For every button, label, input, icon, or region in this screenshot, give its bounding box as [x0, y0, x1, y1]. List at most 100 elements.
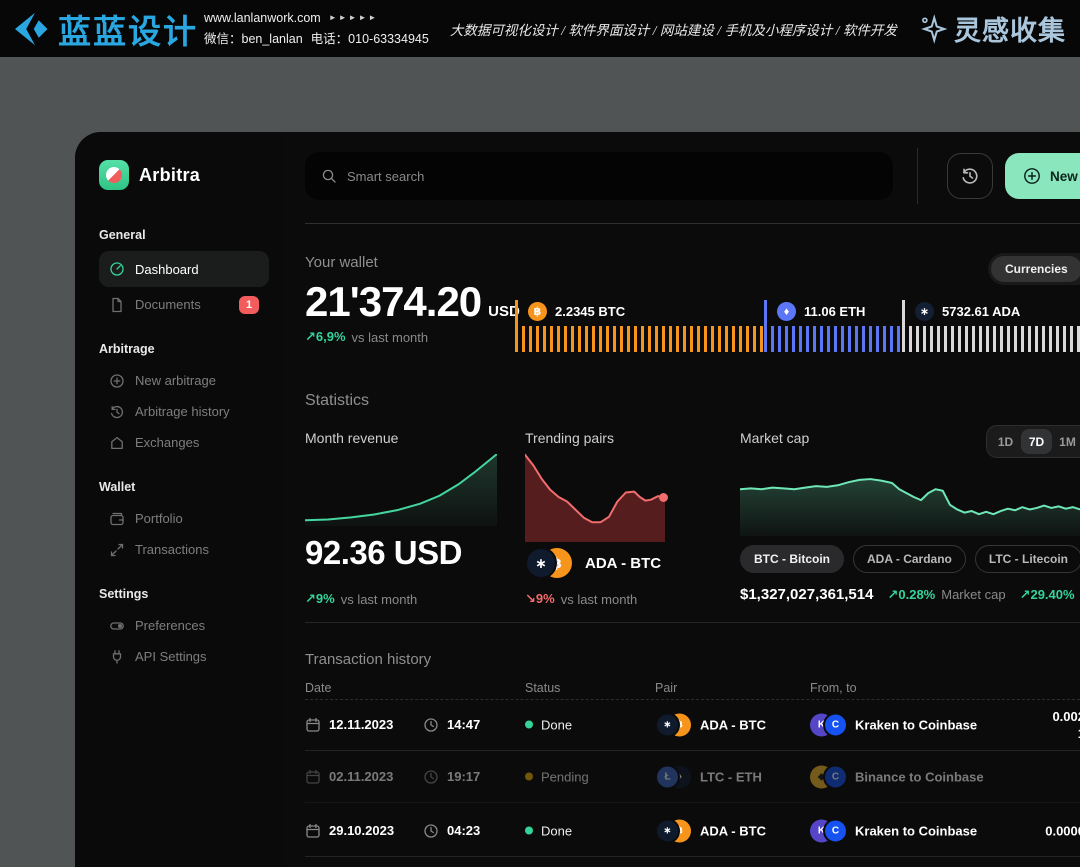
sidebar-item-exchanges[interactable]: Exchanges: [99, 427, 269, 458]
ada-icon: ∗: [655, 712, 680, 737]
dashboard-window: Arbitra General Dashboard Documents 1 Ar…: [75, 132, 1080, 867]
month-revenue-change: ↗9% vs last month: [305, 591, 417, 607]
trending-pair-name: ADA - BTC: [585, 555, 661, 572]
eth-ticker-bar: [771, 326, 902, 352]
sidebar-item-new-arbitrage[interactable]: New arbitrage: [99, 365, 269, 396]
sidebar-item-label: Documents: [135, 297, 229, 312]
up-arrow-icon: ↗: [305, 591, 316, 606]
new-arbitrage-button[interactable]: New arbitrage: [1005, 153, 1080, 199]
collect-text: 灵感收集: [954, 9, 1066, 48]
documents-badge: 1: [239, 296, 259, 314]
search-input[interactable]: [347, 169, 877, 184]
sidebar: Arbitra General Dashboard Documents 1 Ar…: [75, 132, 283, 867]
sidebar-section-arbitrage: Arbitrage: [99, 342, 269, 356]
trending-change: ↘9% vs last month: [525, 591, 637, 607]
market-cap-value: $1,327,027,361,514: [740, 586, 873, 603]
market-cap-pair-tabs: BTC - Bitcoin ADA - Cardano LTC - Liteco…: [740, 545, 1080, 573]
history-button[interactable]: [947, 153, 993, 199]
table-row[interactable]: 29.10.2023 04:23 Done ฿ ∗ ADA - BTC K C …: [305, 805, 1080, 857]
tx-date: 12.11.2023: [329, 717, 393, 732]
plus-circle-icon: [109, 373, 125, 389]
btc-icon: ฿: [528, 302, 547, 321]
range-1d[interactable]: 1D: [990, 429, 1021, 454]
tx-amount: 0.0021: [1052, 708, 1080, 742]
coinbase-icon: C: [823, 712, 848, 737]
clock-icon: [423, 769, 439, 785]
plus-circle-icon: [1023, 167, 1041, 185]
month-revenue-chart: [305, 454, 497, 526]
route-label: Binance to Coinbase: [855, 769, 984, 784]
sidebar-item-dashboard[interactable]: Dashboard: [99, 251, 269, 287]
revenue-change-value: 9%: [316, 591, 335, 606]
chart-end-dot: [659, 493, 668, 502]
lanlan-logo[interactable]: 蓝蓝设计: [0, 5, 200, 53]
range-1m[interactable]: 1M: [1052, 429, 1080, 454]
volume-change-value: 29.40%: [1030, 587, 1074, 602]
sidebar-item-transactions[interactable]: Transactions: [99, 534, 269, 565]
sidebar-section-wallet: Wallet: [99, 480, 269, 494]
cap-change-label: Market cap: [941, 587, 1005, 602]
tx-time: 19:17: [447, 769, 480, 784]
calendar-icon: [305, 823, 321, 839]
route-label: Kraken to Coinbase: [855, 717, 977, 732]
down-arrow-icon: ↘: [525, 591, 536, 606]
transfer-arrows-icon: [109, 542, 125, 558]
tab-currencies[interactable]: Currencies: [991, 256, 1080, 282]
holding-btc: ฿ 2.2345 BTC: [515, 300, 764, 352]
wallet-change-note: vs last month: [352, 330, 429, 345]
wallet-title: Your wallet: [305, 254, 378, 271]
app-brand[interactable]: Arbitra: [99, 160, 269, 190]
lanlan-logo-text: 蓝蓝设计: [58, 5, 198, 53]
coinbase-icon: C: [823, 764, 848, 789]
banner-services: 大数据可视化设计 / 软件界面设计 / 网站建设 / 手机及小程序设计 / 软件…: [429, 19, 918, 39]
history-icon: [109, 404, 125, 420]
revenue-change-note: vs last month: [341, 592, 418, 607]
range-7d[interactable]: 7D: [1021, 429, 1052, 454]
exchange-house-icon: [109, 435, 125, 451]
sidebar-item-arbitrage-history[interactable]: Arbitrage history: [99, 396, 269, 427]
ada-ticker-bar: [909, 326, 1080, 352]
up-arrow-icon: ↗: [305, 329, 316, 344]
wallet-change: ↗6,9% vs last month: [305, 329, 428, 345]
table-row[interactable]: 12.11.2023 14:47 Done ฿ ∗ ADA - BTC K C …: [305, 699, 1080, 751]
sidebar-item-documents[interactable]: Documents 1: [99, 289, 269, 320]
search-icon: [321, 168, 337, 184]
btc-amount: 2.2345 BTC: [555, 304, 625, 319]
sidebar-section-general: General: [99, 228, 269, 242]
sidebar-item-label: Preferences: [135, 618, 259, 633]
banner-phone: 电话：010-63334945: [311, 28, 429, 47]
wallet-change-value: 6,9%: [316, 329, 346, 344]
inspiration-collect[interactable]: 灵感收集: [918, 9, 1080, 48]
sidebar-item-preferences[interactable]: Preferences: [99, 610, 269, 641]
eth-amount: 11.06 ETH: [804, 304, 865, 319]
col-status: Status: [525, 681, 560, 695]
search-bar[interactable]: [305, 152, 893, 200]
tx-date: 29.10.2023: [329, 823, 394, 838]
col-date: Date: [305, 681, 331, 695]
tx-time: 04:23: [447, 823, 480, 838]
sidebar-item-portfolio[interactable]: Portfolio: [99, 503, 269, 534]
pair-tab-ltc[interactable]: LTC - Litecoin: [975, 545, 1080, 573]
history-clock-icon: [960, 166, 980, 186]
eth-icon: ♦: [777, 302, 796, 321]
pair-label: ADA - BTC: [700, 823, 766, 838]
pair-tab-btc[interactable]: BTC - Bitcoin: [740, 545, 844, 573]
promo-banner: 蓝蓝设计 www.lanlanwork.com ►►►►► 微信：ben_lan…: [0, 0, 1080, 57]
banner-website[interactable]: www.lanlanwork.com: [204, 11, 321, 25]
toggle-icon: [109, 618, 125, 634]
clock-icon: [423, 823, 439, 839]
section-divider: [305, 223, 1080, 224]
col-pair: Pair: [655, 681, 677, 695]
banner-contact: www.lanlanwork.com ►►►►► 微信：ben_lanlan 电…: [204, 11, 429, 47]
table-row[interactable]: 02.11.2023 19:17 Pending ♦ Ł LTC - ETH ◆…: [305, 751, 1080, 803]
pair-tab-ada[interactable]: ADA - Cardano: [853, 545, 966, 573]
sidebar-item-label: New arbitrage: [135, 373, 259, 388]
app-name: Arbitra: [139, 165, 200, 186]
ada-icon: ∗: [655, 818, 680, 843]
calendar-icon: [305, 769, 321, 785]
sidebar-item-label: Portfolio: [135, 511, 259, 526]
document-icon: [109, 297, 125, 313]
topbar-divider: [917, 148, 918, 204]
sidebar-item-api-settings[interactable]: API Settings: [99, 641, 269, 672]
status-dot-pending: [525, 773, 533, 781]
